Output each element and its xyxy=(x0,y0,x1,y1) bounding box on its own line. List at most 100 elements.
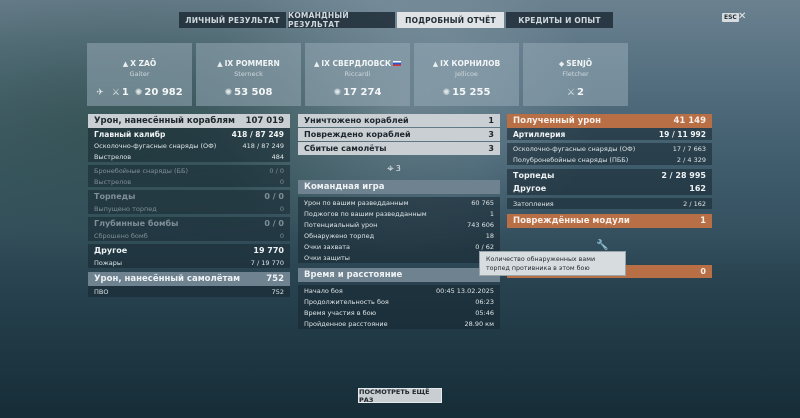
stat-label: Другое xyxy=(513,184,547,193)
stat-value: 2 / 4 329 xyxy=(676,155,706,164)
replay-button[interactable]: ПОСМОТРЕТЬ ЕЩЁ РАЗ xyxy=(358,388,442,404)
kills-value: 2 xyxy=(577,87,585,98)
damage-icon: ✺ xyxy=(224,88,233,98)
stat-row: Другое 19 770 xyxy=(88,244,290,257)
stat-value: 0 / 0 xyxy=(264,219,284,228)
stat-row: Затопления 2 / 162 xyxy=(507,198,712,209)
info-value: 743 606 xyxy=(467,220,494,229)
info-label: Обнаружено торпед xyxy=(304,231,375,240)
info-value: 05:46 xyxy=(475,308,494,317)
player-name: Jellicoe xyxy=(455,70,478,78)
ship-name: IX СВЕРДЛОВСК xyxy=(321,59,392,68)
tab-team-result[interactable]: КОМАНДНЫЙ РЕЗУЛЬТАТ xyxy=(288,11,395,29)
stat-value: 0 xyxy=(700,267,706,276)
ship-name: IX КОРНИЛОВ xyxy=(440,59,501,68)
ship-card[interactable]: ▲ IX POMMERN Sterneck ✺ 53 508 xyxy=(196,43,301,106)
info-label: Продолжительность боя xyxy=(304,297,389,306)
ship-cards: ▲ X ZAŌ Gaiter ✈ ⚔ 1 ✺ 20 982 ▲ IX POMMERN S… xyxy=(87,43,628,106)
info-value: 1 xyxy=(489,209,494,218)
damage-icon: ✺ xyxy=(442,88,451,98)
damage-icon: ✺ xyxy=(134,88,143,98)
info-label: Очки защиты xyxy=(304,253,350,262)
damage-dealt-panel: Урон, нанесённый кораблям 107 019 Главны… xyxy=(88,114,290,297)
info-row[interactable]: Обнаружено торпед 18 xyxy=(298,230,500,241)
ship-card[interactable]: ▲ X ZAŌ Gaiter ✈ ⚔ 1 ✺ 20 982 xyxy=(87,43,192,106)
ship-name: IX POMMERN xyxy=(224,59,280,68)
stat-row: Выстрелов 484 xyxy=(88,151,290,162)
player-name: Riccardi xyxy=(344,70,371,78)
team-play-panel: Командная игра Урон по вашим разведданны… xyxy=(298,180,500,263)
info-row: Очки захвата 0 / 62 xyxy=(298,241,500,252)
stat-value: 162 xyxy=(689,184,706,193)
summary-panel: Уничтожено кораблей 1 Повреждено кораблей… xyxy=(298,114,500,156)
tab-personal-result[interactable]: ЛИЧНЫЙ РЕЗУЛЬТАТ xyxy=(179,12,286,28)
ship-class-icon: ▲ xyxy=(313,60,320,68)
stat-label: Осколочно-фугасные снаряды (ОФ) xyxy=(513,144,636,153)
info-row: Очки защиты24 xyxy=(298,252,500,263)
tab-credits-xp[interactable]: КРЕДИТЫ И ОПЫТ xyxy=(506,12,613,28)
info-label: Потенциальный урон xyxy=(304,220,378,229)
info-row: Время участия в бою 05:46 xyxy=(298,307,500,318)
stat-row: Другое 162 xyxy=(507,182,712,195)
stat-value: 0 xyxy=(279,204,284,213)
stat-label: Бронебойные снаряды (ББ) xyxy=(94,166,188,175)
info-value: 18 xyxy=(485,231,494,240)
spotted-torpedoes-indicator[interactable]: ⌖ 3 xyxy=(387,161,401,176)
info-label: Поджогов по вашим разведданным xyxy=(304,209,427,218)
damage-value: 17 274 xyxy=(343,87,382,98)
stat-label: Уничтожено кораблей xyxy=(304,116,409,125)
stat-label: Пожары xyxy=(94,258,122,267)
stat-value: 3 xyxy=(488,144,494,153)
ships-destroyed-row: Уничтожено кораблей 1 xyxy=(298,114,500,127)
header-value: 1 xyxy=(700,216,706,226)
ship-name: X ZAŌ xyxy=(130,59,157,68)
header-value: 41 149 xyxy=(673,116,706,126)
stat-value: 3 xyxy=(488,130,494,139)
ship-card[interactable]: ▲ IX КОРНИЛОВ Jellicoe ✺ 15 255 xyxy=(414,43,519,106)
damage-received-panel: Полученный урон 41 149 Артиллерия 19 / 11… xyxy=(507,114,712,228)
aircraft-damage-header: Урон, нанесённый самолётам 752 xyxy=(88,272,290,286)
stat-value: 17 / 7 663 xyxy=(672,144,706,153)
stat-value: 7 / 19 770 xyxy=(250,258,284,267)
info-label: Начало боя xyxy=(304,286,343,295)
close-icon[interactable]: ✕ xyxy=(738,11,746,22)
stat-value: 484 xyxy=(271,152,284,161)
tooltip: Количество обнаруженных вами торпед прот… xyxy=(479,251,626,276)
stat-row: Пожары 7 / 19 770 xyxy=(88,257,290,268)
ship-name: SENJŌ xyxy=(566,59,593,68)
stat-row: Глубинные бомбы 0 / 0 xyxy=(88,217,290,230)
stat-row: ПВО 752 xyxy=(88,286,290,297)
ship-class-icon: ◆ xyxy=(558,60,565,68)
stat-label: Полубронебойные снаряды (ПББ) xyxy=(513,155,629,164)
esc-key-hint[interactable]: ESC xyxy=(722,13,739,22)
stat-row: Торпеды 0 / 0 xyxy=(88,190,290,203)
player-name: Sterneck xyxy=(234,70,263,78)
info-row: Пройденное расстояние 28.90 км xyxy=(298,318,500,329)
info-value: 60 765 xyxy=(471,198,494,207)
tab-detailed-report[interactable]: ПОДРОБНЫЙ ОТЧЁТ xyxy=(397,12,504,28)
damage-value: 20 982 xyxy=(144,87,183,98)
stat-value: 0 xyxy=(279,231,284,240)
stat-label: Торпеды xyxy=(513,171,555,180)
wrench-icon: 🔧 xyxy=(596,240,609,251)
damage-dealt-header: Урон, нанесённый кораблям 107 019 xyxy=(88,114,290,128)
stat-row: Главный калибр 418 / 87 249 xyxy=(88,128,290,140)
header-value: 752 xyxy=(266,274,284,284)
stat-label: Артиллерия xyxy=(513,129,566,139)
info-row: Начало боя 00:45 13.02.2025 xyxy=(298,285,500,296)
stat-value: 752 xyxy=(271,287,284,296)
stat-row: Торпеды 2 / 28 995 xyxy=(507,169,712,182)
stat-label: Осколочно-фугасные снаряды (ОФ) xyxy=(94,141,217,150)
stat-value: 2 / 28 995 xyxy=(661,171,706,180)
stat-value: 418 / 87 249 xyxy=(242,141,284,150)
ship-card[interactable]: ▲ IX СВЕРДЛОВСК Riccardi ✺ 17 274 xyxy=(305,43,410,106)
stat-label: Повреждено кораблей xyxy=(304,130,411,139)
stat-label: Выстрелов xyxy=(94,152,132,161)
soviet-flag-icon xyxy=(393,61,402,66)
info-value: 0 / 62 xyxy=(475,242,494,251)
stat-label: Сброшено бомб xyxy=(94,231,148,240)
stat-value: 0 / 0 xyxy=(264,192,284,201)
ship-card[interactable]: ◆ SENJŌ Fletcher ⚔ 2 xyxy=(523,43,628,106)
stat-row: Артиллерия 19 / 11 992 xyxy=(507,128,712,140)
header-label: Урон, нанесённый кораблям xyxy=(94,116,235,126)
